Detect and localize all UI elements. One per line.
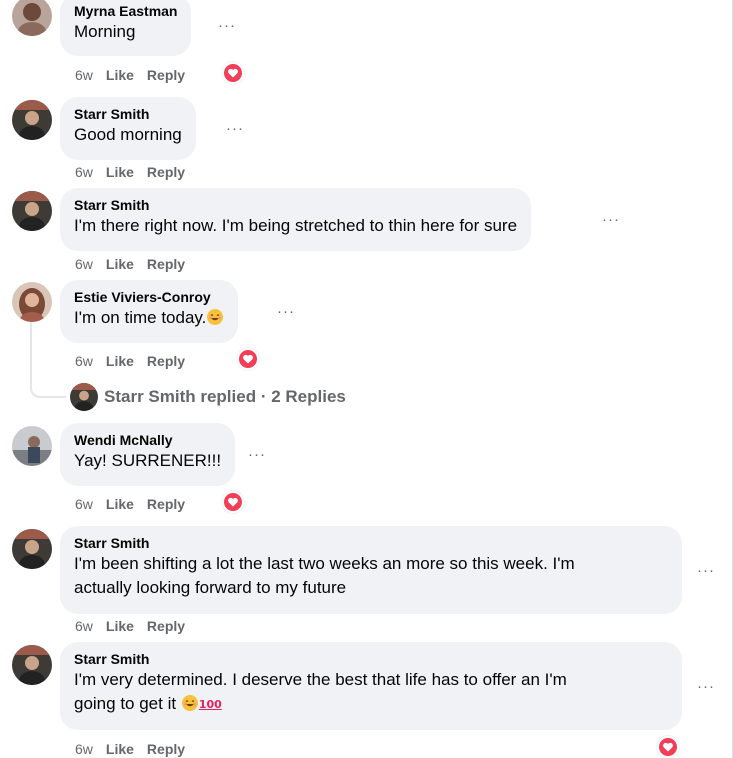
hundred-points-icon: 100 — [198, 698, 222, 711]
like-button[interactable]: Like — [106, 164, 134, 180]
comment-actions: 6w Like Reply — [75, 352, 198, 370]
comment-text-line-1: I'm very determined. I deserve the best … — [74, 670, 567, 689]
avatar[interactable] — [12, 191, 52, 231]
like-button[interactable]: Like — [106, 741, 134, 757]
comment-bubble: Wendi McNally Yay! SURRENER!!! — [60, 423, 236, 486]
like-button[interactable]: Like — [106, 353, 134, 369]
avatar[interactable] — [12, 0, 52, 36]
comment-text-line-2: actually looking forward to my future — [74, 578, 347, 597]
comment-actions: 6w Like Reply — [75, 255, 198, 273]
heart-icon[interactable] — [237, 348, 259, 370]
comment-actions: 6w Like Reply — [75, 617, 198, 635]
reply-button[interactable]: Reply — [147, 618, 185, 634]
more-options-icon[interactable]: ··· — [602, 212, 620, 227]
comment-bubble: Starr Smith Good morning — [60, 97, 196, 160]
smiling-face-icon — [207, 309, 224, 325]
like-button[interactable]: Like — [106, 256, 134, 272]
comment-author[interactable]: Wendi McNally — [74, 431, 221, 449]
heart-icon[interactable] — [222, 491, 244, 513]
comment-author[interactable]: Starr Smith — [74, 105, 182, 123]
comment-author[interactable]: Starr Smith — [74, 650, 668, 668]
comment-time[interactable]: 6w — [75, 618, 93, 634]
comment-text-value: going to get it — [74, 694, 177, 713]
comment-text-value: I'm on time today. — [74, 308, 207, 327]
heart-icon[interactable] — [657, 736, 679, 758]
comment-author[interactable]: Starr Smith — [74, 196, 517, 214]
reply-button[interactable]: Reply — [147, 741, 185, 757]
comment-text: Yay! SURRENER!!! — [74, 451, 222, 470]
like-button[interactable]: Like — [106, 67, 134, 83]
more-options-icon[interactable]: ··· — [697, 679, 715, 694]
comment-author[interactable]: Starr Smith — [74, 534, 668, 552]
comment-time[interactable]: 6w — [75, 741, 93, 757]
like-button[interactable]: Like — [106, 496, 134, 512]
avatar[interactable] — [12, 282, 52, 322]
more-options-icon[interactable]: ··· — [226, 121, 244, 136]
avatar — [70, 383, 98, 411]
more-options-icon[interactable]: ··· — [277, 304, 295, 319]
comment-author[interactable]: Myrna Eastman — [74, 2, 177, 20]
comment-actions: 6w Like Reply — [75, 66, 198, 84]
reply-button[interactable]: Reply — [147, 256, 185, 272]
reply-button[interactable]: Reply — [147, 353, 185, 369]
comment-actions: 6w Like Reply — [75, 740, 198, 758]
replies-summary[interactable]: Starr Smith replied · 2 Replies — [104, 387, 346, 407]
avatar[interactable] — [12, 529, 52, 569]
comment-text: Morning — [74, 22, 136, 41]
comment-actions: 6w Like Reply — [75, 163, 198, 181]
comment-text: I'm there right now. I'm being stretched… — [74, 216, 518, 235]
like-button[interactable]: Like — [106, 618, 134, 634]
reply-button[interactable]: Reply — [147, 67, 185, 83]
comment-time[interactable]: 6w — [75, 353, 93, 369]
avatar[interactable] — [12, 645, 52, 685]
comment-text-line-1: I'm been shifting a lot the last two wee… — [74, 554, 575, 573]
more-options-icon[interactable]: ··· — [248, 447, 266, 462]
comment-text: Good morning — [74, 125, 182, 144]
comment-bubble: Starr Smith I'm been shifting a lot the … — [60, 526, 682, 614]
comment-bubble: Starr Smith I'm very determined. I deser… — [60, 642, 682, 730]
comment-time[interactable]: 6w — [75, 496, 93, 512]
reply-button[interactable]: Reply — [147, 164, 185, 180]
comment-author[interactable]: Estie Viviers-Conroy — [74, 288, 224, 306]
avatar[interactable] — [12, 100, 52, 140]
comment-text-line-2: going to get it 100 — [74, 692, 668, 717]
more-options-icon[interactable]: ··· — [697, 563, 715, 578]
comment-actions: 6w Like Reply — [75, 495, 198, 513]
view-replies-link[interactable]: Starr Smith replied · 2 Replies — [70, 382, 346, 412]
smiling-face-icon — [181, 695, 198, 711]
comment-time[interactable]: 6w — [75, 67, 93, 83]
reply-thread-line — [30, 322, 66, 398]
reply-button[interactable]: Reply — [147, 496, 185, 512]
comment-bubble: Myrna Eastman Morning — [60, 0, 192, 56]
avatar[interactable] — [12, 426, 52, 466]
more-options-icon[interactable]: ··· — [218, 18, 236, 33]
comment-time[interactable]: 6w — [75, 256, 93, 272]
comment-time[interactable]: 6w — [75, 164, 93, 180]
heart-icon[interactable] — [222, 62, 244, 84]
comment-text: I'm on time today. — [74, 306, 224, 330]
comment-bubble: Starr Smith I'm there right now. I'm bei… — [60, 188, 532, 251]
comment-bubble: Estie Viviers-Conroy I'm on time today. — [60, 280, 239, 343]
